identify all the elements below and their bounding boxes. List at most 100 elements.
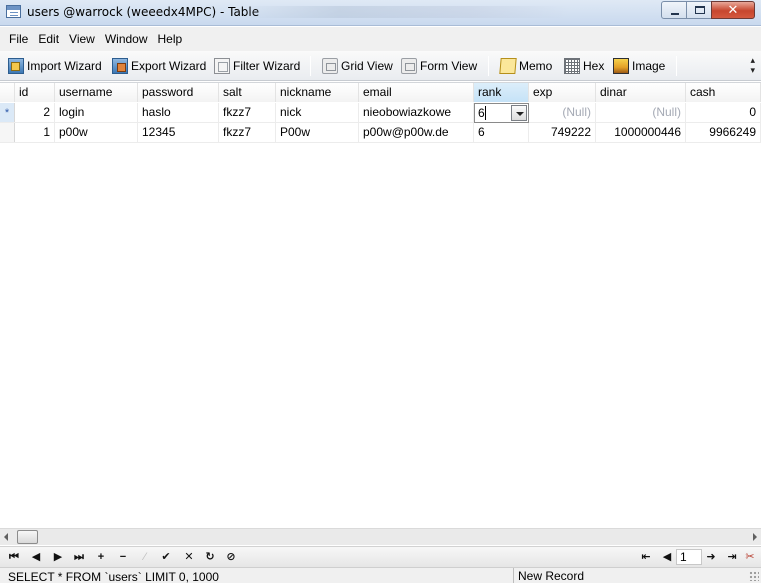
- tools-icon[interactable]: ✂: [742, 550, 758, 565]
- last-page-button[interactable]: ⇥: [724, 550, 740, 565]
- next-record-button[interactable]: ▶: [50, 550, 66, 565]
- import-wizard-button[interactable]: Import Wizard: [8, 57, 102, 75]
- edit-record-button[interactable]: ⁄: [137, 550, 153, 565]
- scroll-left-icon[interactable]: [4, 533, 8, 541]
- cell-salt[interactable]: fkzz7: [219, 123, 276, 142]
- delete-record-button[interactable]: −: [115, 550, 131, 565]
- export-wizard-button[interactable]: Export Wizard: [112, 57, 206, 75]
- filter-wizard-button[interactable]: Filter Wizard: [214, 57, 300, 75]
- column-header-salt[interactable]: salt: [219, 83, 276, 102]
- cell-dinar[interactable]: 1000000446: [596, 123, 686, 142]
- toolbar-separator: [310, 56, 311, 76]
- cell-cash[interactable]: 0: [686, 103, 761, 122]
- import-wizard-icon: [8, 58, 24, 74]
- status-record-mode: New Record: [513, 568, 584, 583]
- grid-view-icon: [322, 58, 338, 74]
- cell-salt[interactable]: fkzz7: [219, 103, 276, 122]
- horizontal-scrollbar[interactable]: [0, 528, 761, 545]
- cell-id[interactable]: 1: [15, 123, 55, 142]
- header-corner: [0, 83, 15, 102]
- first-page-button[interactable]: ⇤: [638, 550, 654, 565]
- cell-password[interactable]: 12345: [138, 123, 219, 142]
- row-indicator[interactable]: *: [0, 103, 15, 122]
- table-row[interactable]: 1 p00w 12345 fkzz7 P00w p00w@p00w.de 6 7…: [0, 123, 761, 143]
- cell-email[interactable]: nieobowiazkowe: [359, 103, 474, 122]
- table-row[interactable]: * 2 login haslo fkzz7 nick nieobowiazkow…: [0, 103, 761, 123]
- minimize-icon: [671, 13, 679, 15]
- column-header-dinar[interactable]: dinar: [596, 83, 686, 102]
- refresh-button[interactable]: ↻: [202, 550, 218, 565]
- cell-cash[interactable]: 9966249: [686, 123, 761, 142]
- add-record-button[interactable]: +: [93, 550, 109, 565]
- row-indicator[interactable]: [0, 123, 15, 142]
- toolbar: Import Wizard Export Wizard Filter Wizar…: [0, 51, 761, 81]
- column-header-rank[interactable]: rank: [474, 83, 529, 102]
- import-wizard-label: Import Wizard: [27, 59, 102, 73]
- cell-exp[interactable]: (Null): [529, 103, 596, 122]
- stop-button[interactable]: ⊘: [223, 550, 239, 565]
- scrollbar-thumb[interactable]: [17, 530, 38, 544]
- hex-icon: [564, 58, 580, 74]
- close-icon: ✕: [727, 2, 739, 17]
- cell-dinar[interactable]: (Null): [596, 103, 686, 122]
- column-header-exp[interactable]: exp: [529, 83, 596, 102]
- cell-password[interactable]: haslo: [138, 103, 219, 122]
- grid-view-label: Grid View: [341, 59, 393, 73]
- column-header-username[interactable]: username: [55, 83, 138, 102]
- form-view-label: Form View: [420, 59, 478, 73]
- grid-header: id username password salt nickname email…: [0, 83, 761, 102]
- grid-view-button[interactable]: Grid View: [322, 57, 393, 75]
- chevron-down-icon[interactable]: [511, 105, 527, 121]
- form-view-button[interactable]: Form View: [401, 57, 477, 75]
- resize-grip-icon[interactable]: [749, 571, 759, 581]
- image-label: Image: [632, 59, 666, 73]
- menu-edit[interactable]: Edit: [33, 32, 64, 46]
- scroll-right-icon[interactable]: [753, 533, 757, 541]
- first-record-button[interactable]: ⏮: [6, 550, 22, 565]
- cancel-changes-button[interactable]: ✕: [181, 550, 197, 565]
- last-record-button[interactable]: ⏭: [71, 550, 87, 565]
- cell-id[interactable]: 2: [15, 103, 55, 122]
- menu-window[interactable]: Window: [100, 32, 153, 46]
- status-sql-query: SELECT * FROM `users` LIMIT 0, 1000: [8, 570, 219, 583]
- column-header-nickname[interactable]: nickname: [276, 83, 359, 102]
- cell-username[interactable]: login: [55, 103, 138, 122]
- prev-page-button[interactable]: ◀: [659, 550, 675, 565]
- cell-exp[interactable]: 749222: [529, 123, 596, 142]
- memo-button[interactable]: Memo: [499, 57, 552, 75]
- record-navigator: ⏮ ◀ ▶ ⏭ + − ⁄ ✔ ✕ ↻ ⊘ ⇤ ◀ 1 ➜ ⇥ ✂: [0, 546, 761, 567]
- column-header-cash[interactable]: cash: [686, 83, 761, 102]
- menu-bar: File Edit View Window Help: [0, 27, 761, 51]
- cell-nickname[interactable]: P00w: [276, 123, 359, 142]
- rank-cell-editor[interactable]: 6: [474, 103, 529, 123]
- menu-view[interactable]: View: [64, 32, 100, 46]
- close-button[interactable]: ✕: [711, 1, 755, 19]
- toolbar-overflow-icon[interactable]: ▴ ▾: [750, 55, 755, 75]
- data-grid[interactable]: id username password salt nickname email…: [0, 82, 761, 528]
- toolbar-separator: [488, 56, 489, 76]
- next-page-button[interactable]: ➜: [703, 550, 719, 565]
- minimize-button[interactable]: [661, 1, 687, 19]
- prev-record-button[interactable]: ◀: [28, 550, 44, 565]
- cell-nickname[interactable]: nick: [276, 103, 359, 122]
- status-bar: SELECT * FROM `users` LIMIT 0, 1000 New …: [0, 567, 761, 583]
- memo-icon: [499, 58, 517, 74]
- cell-rank[interactable]: 6: [474, 123, 529, 142]
- maximize-button[interactable]: [686, 1, 712, 19]
- cell-username[interactable]: p00w: [55, 123, 138, 142]
- hex-button[interactable]: Hex: [564, 57, 604, 75]
- maximize-icon: [695, 6, 705, 14]
- menu-file[interactable]: File: [4, 32, 33, 46]
- page-number-field[interactable]: 1: [676, 549, 702, 565]
- cell-email[interactable]: p00w@p00w.de: [359, 123, 474, 142]
- apply-changes-button[interactable]: ✔: [158, 550, 174, 565]
- table-icon: [6, 5, 21, 18]
- column-header-password[interactable]: password: [138, 83, 219, 102]
- image-button[interactable]: Image: [613, 57, 665, 75]
- column-header-id[interactable]: id: [15, 83, 55, 102]
- menu-help[interactable]: Help: [153, 32, 188, 46]
- text-caret: [485, 106, 486, 120]
- image-icon: [613, 58, 629, 74]
- filter-wizard-icon: [214, 58, 230, 74]
- column-header-email[interactable]: email: [359, 83, 474, 102]
